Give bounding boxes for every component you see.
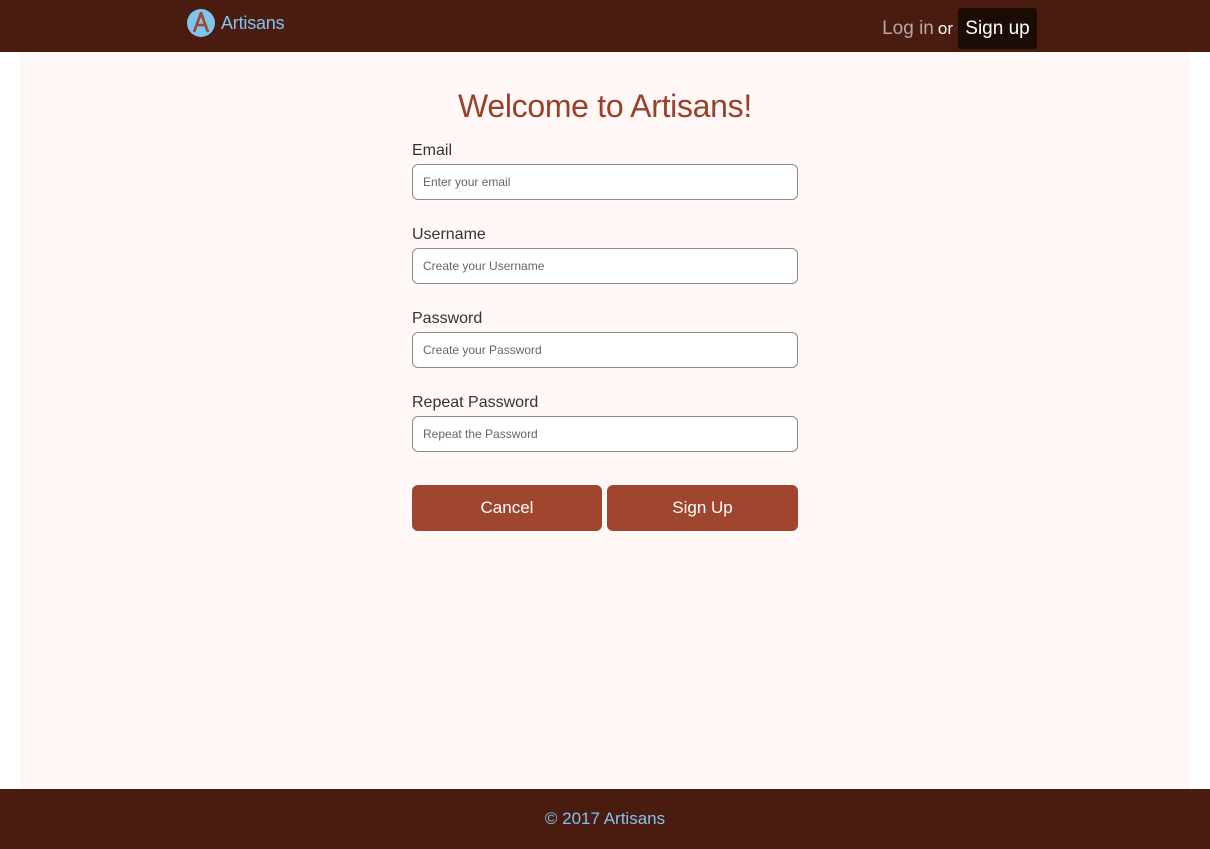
- username-field-group: Username: [412, 224, 798, 308]
- login-link[interactable]: Log in: [882, 18, 934, 40]
- top-navbar: Artisans Log in or Sign up: [0, 0, 1210, 52]
- brand-home-link[interactable]: Artisans: [186, 8, 285, 38]
- email-label: Email: [412, 142, 453, 159]
- signup-submit-button[interactable]: Sign Up: [607, 485, 798, 531]
- repeat-password-label: Repeat Password: [412, 394, 539, 411]
- password-label: Password: [412, 310, 483, 327]
- artisans-logo-icon: [187, 9, 215, 37]
- page-title: Welcome to Artisans!: [458, 88, 752, 124]
- main-content: Welcome to Artisans! Email Username Pass…: [20, 52, 1190, 789]
- auth-nav: Log in or Sign up: [882, 8, 1037, 49]
- username-input[interactable]: [412, 248, 798, 284]
- password-input[interactable]: [412, 332, 798, 368]
- copyright-text: © 2017 Artisans: [544, 809, 666, 828]
- email-field-group: Email: [412, 140, 798, 224]
- brand-name: Artisans: [221, 12, 285, 33]
- repeat-password-field-group: Repeat Password: [412, 392, 798, 476]
- footer: © 2017 Artisans: [0, 789, 1210, 849]
- nav-signup-button[interactable]: Sign up: [958, 8, 1037, 49]
- username-label: Username: [412, 226, 486, 243]
- cancel-button[interactable]: Cancel: [412, 485, 602, 531]
- email-input[interactable]: [412, 164, 798, 200]
- signup-form: Email Username Password Repeat Password: [412, 140, 798, 476]
- or-separator: or: [937, 18, 953, 38]
- form-buttons: Cancel Sign Up: [412, 485, 798, 531]
- password-field-group: Password: [412, 308, 798, 392]
- repeat-password-input[interactable]: [412, 416, 798, 452]
